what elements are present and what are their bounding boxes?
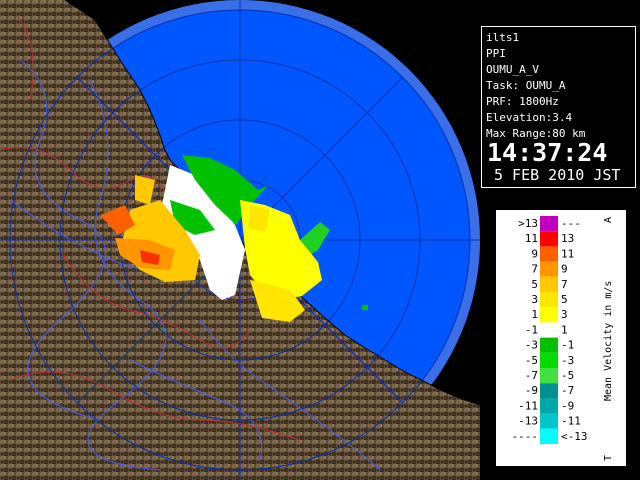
legend-swatch — [540, 428, 558, 444]
legend-swatch — [540, 383, 558, 399]
info-radar-id: ilts1 — [486, 31, 520, 44]
legend-color-scale: >13 ---11 139 117 95 73 51 3-1 1-3 -1-5 -3-7 -5-9 -7… — [512, 216, 614, 461]
radar-info-panel: ilts1 PPI OUMU_A_V Task: OUMU_A PRF: 180… — [481, 26, 636, 188]
legend-left-label: 7 — [531, 263, 538, 276]
info-elevation: Elevation:3.4 — [486, 111, 573, 124]
legend-swatch — [540, 322, 558, 338]
legend-title: Mean Velocity in m/s — [603, 281, 614, 401]
legend-right-label: -3 — [561, 354, 574, 367]
legend-swatch — [540, 276, 558, 292]
legend-right-label: 3 — [561, 308, 568, 321]
legend-right-label: 5 — [561, 293, 568, 306]
info-task: Task: OUMU_A — [486, 79, 566, 92]
legend-right-label: 7 — [561, 278, 568, 291]
radar-ppi-display[interactable] — [0, 0, 480, 480]
legend-left-label: 9 — [531, 247, 538, 260]
legend-right-label: -11 — [561, 415, 581, 428]
legend-swatch — [540, 261, 558, 277]
legend-left-label: -9 — [525, 384, 538, 397]
legend-right-label: --- — [561, 217, 581, 230]
legend-left-label: 5 — [531, 278, 538, 291]
legend-swatch — [540, 398, 558, 414]
legend-right-label: -9 — [561, 399, 574, 412]
legend-swatch — [540, 231, 558, 247]
legend-right-label: -1 — [561, 339, 574, 352]
legend-left-label: -1 — [525, 323, 538, 336]
legend-left-label: -13 — [518, 415, 538, 428]
legend-right-label: <-13 — [561, 430, 588, 443]
info-scan-type: PPI — [486, 47, 506, 60]
legend-left-label: -5 — [525, 354, 538, 367]
legend-right-label: -5 — [561, 369, 574, 382]
legend-corner-bottom: T — [603, 455, 614, 461]
legend-swatch — [540, 216, 558, 232]
legend-left-label: -7 — [525, 369, 538, 382]
legend-right-label: 9 — [561, 263, 568, 276]
legend-left-label: 1 — [531, 308, 538, 321]
scan-time: 14:37:24 — [487, 138, 608, 167]
legend-swatch — [540, 246, 558, 262]
legend-swatch — [540, 292, 558, 308]
legend-right-label: 13 — [561, 232, 574, 245]
legend-corner-top: A — [603, 217, 614, 223]
legend-left-label: -3 — [525, 339, 538, 352]
legend-right-label: 1 — [561, 323, 568, 336]
info-product: OUMU_A_V — [486, 63, 539, 76]
legend-swatch — [540, 307, 558, 323]
legend-swatch — [540, 413, 558, 429]
legend-left-label: -11 — [518, 399, 538, 412]
legend-swatch — [540, 368, 558, 384]
legend-right-label: -7 — [561, 384, 574, 397]
scan-date: 5 FEB 2010 JST — [494, 166, 621, 184]
legend-left-label: ---- — [512, 430, 539, 443]
info-prf: PRF: 1800Hz — [486, 95, 559, 108]
legend-swatch — [540, 352, 558, 368]
legend-right-label: 11 — [561, 247, 574, 260]
velocity-legend: >13 --- 11 13 9 11 7 9 5 7 3 5 1 3 -1 1 -3 -1 -5 -3 -7 -5 -9 -7… — [496, 210, 626, 466]
legend-swatch — [540, 337, 558, 353]
legend-left-label: >13 — [518, 217, 538, 230]
legend-left-label: 3 — [531, 293, 538, 306]
legend-left-label: 11 — [525, 232, 538, 245]
